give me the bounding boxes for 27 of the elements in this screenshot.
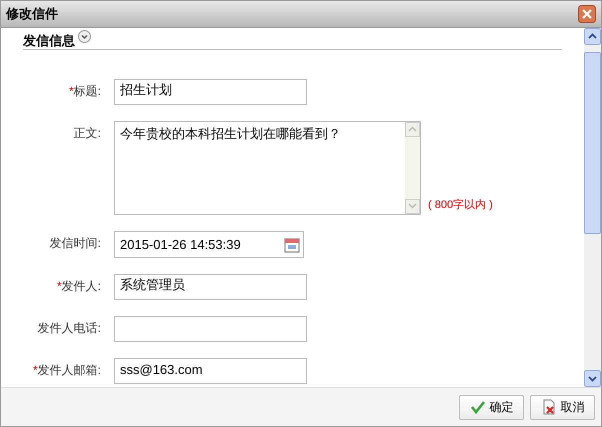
field-label: 发件人电话: [36, 320, 101, 336]
field-label: *发件人邮箱: [32, 362, 101, 378]
confirm-button[interactable]: 确定 [459, 394, 524, 420]
section-title: 发信信息 [23, 33, 75, 49]
text-field[interactable] [114, 316, 307, 342]
window-title: 修改信件 [6, 5, 58, 24]
field-label: 正文: [72, 125, 101, 141]
field-label: 发信时间: [48, 235, 101, 251]
field-label: *发件人: [56, 278, 101, 294]
field-label: *标题: [68, 83, 101, 99]
cancel-button[interactable]: 取消 [530, 394, 595, 420]
scroll-up-icon[interactable] [584, 28, 601, 45]
text-field[interactable]: sss@163.com [114, 358, 307, 384]
scrollbar-thumb[interactable] [584, 52, 601, 234]
length-hint: ( 800字以内 ) [428, 198, 493, 212]
scrollbar[interactable] [584, 28, 601, 387]
date-input[interactable]: 2015-01-26 14:53:39 [120, 234, 280, 254]
text-field[interactable]: 招生计划 [114, 79, 307, 105]
scroll-down-icon[interactable] [584, 370, 601, 387]
text-field[interactable]: 系统管理员 [114, 274, 307, 300]
checkmark-icon [470, 399, 486, 415]
collapse-icon[interactable] [78, 30, 91, 43]
close-icon[interactable] [578, 5, 596, 23]
date-field[interactable]: 2015-01-26 14:53:39 [114, 231, 304, 258]
document-delete-icon [540, 399, 556, 415]
textarea-scrollbar[interactable] [405, 122, 420, 214]
calendar-icon[interactable] [284, 236, 300, 252]
